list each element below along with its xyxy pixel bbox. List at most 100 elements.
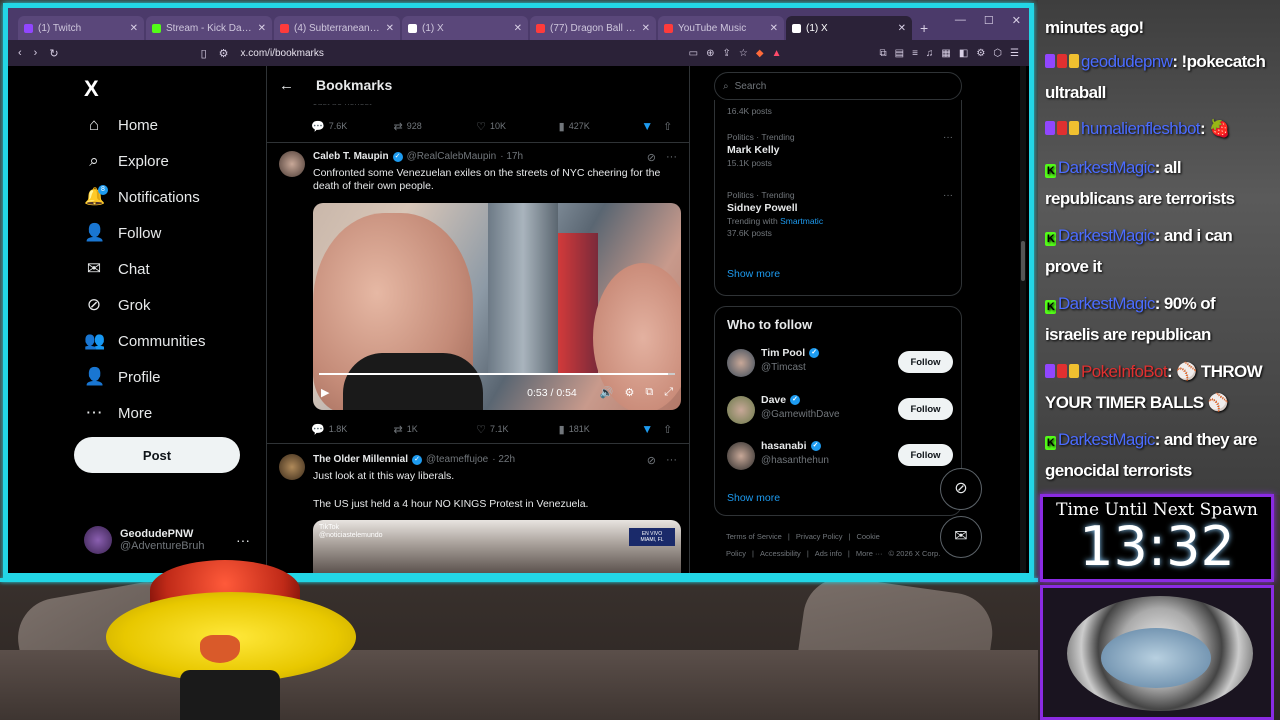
messages-float-button[interactable]: ✉ <box>940 516 982 558</box>
cast-icon[interactable]: ▭ <box>689 48 698 59</box>
footer-link[interactable]: Ads info <box>815 549 842 558</box>
footer-link[interactable]: Terms of Service <box>726 532 782 541</box>
author-handle[interactable]: @RealCalebMaupin <box>407 151 497 162</box>
play-icon[interactable]: ▶ <box>321 386 329 399</box>
chat-username[interactable]: geodudepnw <box>1081 52 1173 71</box>
footer-link[interactable]: Privacy Policy <box>796 532 843 541</box>
site-info-icon[interactable]: ⚙ <box>219 47 229 60</box>
extensions-icon[interactable]: ⧉ <box>879 48 886 59</box>
grok-float-button[interactable]: ⊘ <box>940 468 982 510</box>
browser-tab[interactable]: Stream - Kick Dashboard ✕ <box>146 16 272 40</box>
nav-item-notifications[interactable]: 🔔 8 Notifications <box>84 185 200 207</box>
alert-icon[interactable]: ▲ <box>772 48 782 59</box>
sidebar-icon[interactable]: ▤ <box>895 48 904 59</box>
pip-icon[interactable]: ⧉ <box>645 386 653 399</box>
show-more-link[interactable]: Show more <box>727 492 780 504</box>
close-tab-icon[interactable]: ✕ <box>258 23 266 34</box>
scrollbar[interactable] <box>1020 66 1026 573</box>
chat-username[interactable]: DarkestMagic <box>1058 226 1155 245</box>
bookmark-icon[interactable]: ▼ <box>641 119 663 133</box>
music-icon[interactable]: ♫ <box>926 48 934 59</box>
close-tab-icon[interactable]: ✕ <box>642 23 650 34</box>
bookmark-page-icon[interactable]: ▯ <box>201 47 207 60</box>
volume-icon[interactable]: 🔊 <box>600 386 614 399</box>
nav-item-chat[interactable]: ✉ Chat <box>84 259 150 279</box>
follow-button[interactable]: Follow <box>898 444 953 466</box>
post-button[interactable]: Post <box>74 437 240 473</box>
nav-item-more[interactable]: ⋯ More <box>84 403 153 423</box>
close-tab-icon[interactable]: ✕ <box>514 23 522 34</box>
avatar[interactable] <box>727 349 755 377</box>
trend-item[interactable]: 16.4K posts <box>727 104 953 116</box>
trend-item[interactable]: Politics · Trending Mark Kelly 15.1K pos… <box>727 132 953 168</box>
browser-tab[interactable]: (1) X ✕ <box>402 16 528 40</box>
share-icon[interactable]: ⇧ <box>663 120 681 133</box>
hamburger-icon[interactable]: ☰ <box>1010 48 1019 59</box>
like-button[interactable]: ♡ 10K <box>476 120 559 133</box>
settings-icon[interactable]: ⚙ <box>624 386 634 399</box>
trend-link[interactable]: Smartmatic <box>780 216 823 226</box>
chat-username[interactable]: DarkestMagic <box>1058 294 1155 313</box>
avatar[interactable] <box>727 396 755 424</box>
nav-item-communities[interactable]: 👥 Communities <box>84 331 206 351</box>
chat-username[interactable]: humalienfleshbot <box>1081 119 1201 138</box>
author-handle[interactable]: @teameffujoe <box>426 454 488 465</box>
nav-item-home[interactable]: ⌂ Home <box>84 115 158 135</box>
close-tab-icon[interactable]: ✕ <box>898 23 906 34</box>
account-switcher[interactable]: GeodudePNW @AdventureBruh <box>84 526 205 554</box>
views-button[interactable]: ▮ 427K <box>559 120 642 133</box>
grok-icon[interactable]: ⊘ <box>647 151 656 164</box>
tweet-time[interactable]: · 17h <box>500 151 523 162</box>
wallet-icon[interactable]: ▦ <box>941 48 950 59</box>
maximize-icon[interactable]: ☐ <box>984 14 994 27</box>
bookmark-icon[interactable]: ▼ <box>641 422 663 436</box>
account-more-icon[interactable]: ··· <box>236 532 250 548</box>
close-window-icon[interactable]: ✕ <box>1012 14 1021 27</box>
share-icon[interactable]: ⇧ <box>663 423 681 436</box>
back-arrow-icon[interactable]: ← <box>279 77 294 94</box>
follow-button[interactable]: Follow <box>898 398 953 420</box>
brave-icon[interactable]: ⬡ <box>993 48 1002 59</box>
avatar[interactable] <box>279 151 305 177</box>
grok-icon[interactable]: ⊘ <box>647 454 656 467</box>
video-thumbnail[interactable]: TikTok @noticiastelemundo EN VIVO MIAMI, F… <box>313 520 681 573</box>
show-more-link[interactable]: Show more <box>727 268 780 280</box>
more-icon[interactable]: ··· <box>943 190 953 201</box>
scrollbar-thumb[interactable] <box>1021 241 1025 281</box>
nav-item-explore[interactable]: ⌕ Explore <box>84 151 169 171</box>
views-button[interactable]: ▮ 181K <box>559 423 642 436</box>
more-icon[interactable]: ··· <box>943 132 953 143</box>
footer-link[interactable]: More ··· <box>856 549 883 558</box>
follow-suggestion[interactable]: Dave ✓ @GamewithDave Follow <box>727 394 953 426</box>
browser-tab[interactable]: (4) Subterranean - Studio ✕ <box>274 16 400 40</box>
close-tab-icon[interactable]: ✕ <box>130 23 138 34</box>
reload-icon[interactable]: ↻ <box>49 47 58 60</box>
share-icon[interactable]: ⇪ <box>723 48 731 59</box>
fullscreen-icon[interactable]: ⤢ <box>664 386 673 399</box>
forward-icon[interactable]: › <box>34 47 38 59</box>
follow-suggestion[interactable]: hasanabi ✓ @hasanthehun Follow <box>727 440 953 472</box>
repost-button[interactable]: ⇄ 928 <box>394 120 477 133</box>
x-logo[interactable]: X <box>84 76 99 102</box>
avatar[interactable] <box>727 442 755 470</box>
panel-icon[interactable]: ◧ <box>959 48 968 59</box>
minimize-icon[interactable]: — <box>955 14 966 27</box>
avatar[interactable] <box>279 454 305 480</box>
footer-link[interactable]: © 2026 X Corp. <box>889 549 941 558</box>
author-name[interactable]: The Older Millennial <box>313 454 408 465</box>
chat-username[interactable]: PokeInfoBot <box>1081 362 1168 381</box>
browser-tab[interactable]: (77) Dragon Ball Z - Majin Buu Saga ✕ <box>530 16 656 40</box>
author-name[interactable]: Caleb T. Maupin <box>313 151 389 162</box>
shield-icon[interactable]: ◆ <box>756 48 764 59</box>
reply-button[interactable]: 💬 1.8K <box>311 423 394 436</box>
close-tab-icon[interactable]: ✕ <box>386 23 394 34</box>
new-tab-button[interactable]: + <box>914 20 934 40</box>
browser-tab[interactable]: (1) Twitch ✕ <box>18 16 144 40</box>
footer-link[interactable]: Accessibility <box>760 549 801 558</box>
reply-button[interactable]: 💬 7.6K <box>311 120 394 133</box>
video-progress-bar[interactable] <box>319 373 675 375</box>
search-input[interactable]: ⌕ Search <box>714 72 962 100</box>
nav-item-follow[interactable]: 👤 Follow <box>84 223 161 243</box>
nav-item-profile[interactable]: 👤 Profile <box>84 367 161 387</box>
tweet-time[interactable]: · 22h <box>492 454 515 465</box>
